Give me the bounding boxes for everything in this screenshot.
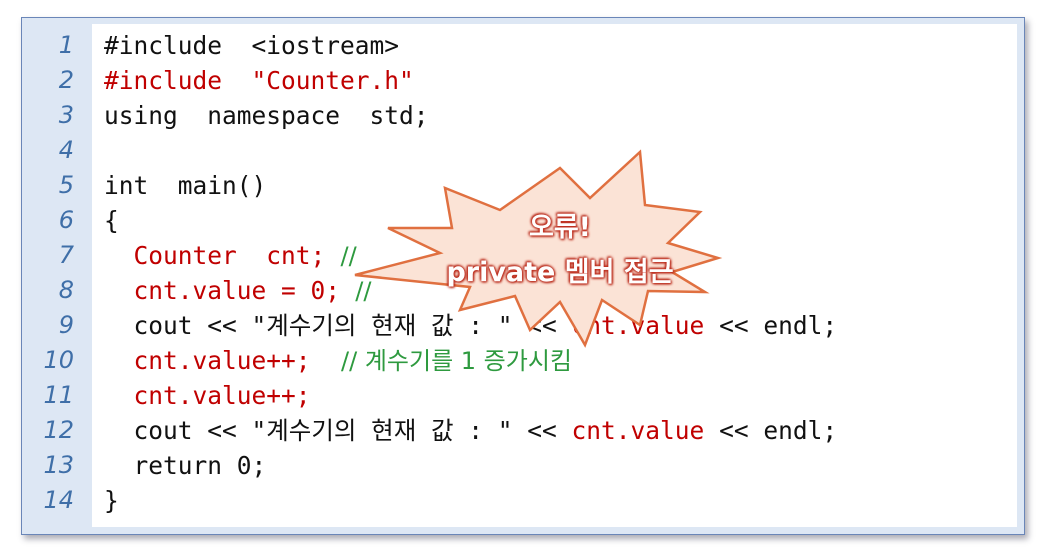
line-number: 3 [58,101,74,129]
code-comment: // 로 시킴 [340,277,606,305]
code-line: { [92,203,1012,238]
line-number: 13 [43,451,74,479]
code-line: Counter cnt; // [92,238,1012,273]
code-line: cout << "계수기의 현재 값 : " << cnt.value << e… [92,413,1012,448]
code-token: << endl; [704,416,838,445]
code-token: cnt.value++; [104,346,311,375]
code-text: #include <iostream> [104,28,399,63]
line-number: 1 [58,31,74,59]
code-text: { [104,203,119,238]
code-text: Counter cnt; // [104,238,357,274]
code-token: cnt.value++; [104,381,311,410]
line-number: 9 [58,311,74,339]
code-text: cout << "계수기의 현재 값 : " << cnt.value << e… [104,308,838,343]
code-text: } [104,483,119,518]
code-token: cout << "계수기의 현재 값 : " << [104,416,572,445]
code-text: return 0; [104,448,267,483]
code-token: Counter cnt; [104,241,326,270]
line-number: 5 [58,171,74,199]
code-token: << endl; [704,311,838,340]
line-number: 4 [58,136,74,164]
code-text: #include "Counter.h" [104,63,414,98]
code-text: cnt.value = 0; // 로 시킴 [104,273,606,309]
line-number: 14 [43,486,74,514]
code-token: using namespace std; [104,101,429,130]
line-number: 11 [43,381,74,409]
code-line: using namespace std; [92,98,1012,133]
code-token: cnt.value [571,311,705,340]
code-line: #include <iostream> [92,28,1012,63]
code-line: #include "Counter.h" [92,63,1012,98]
code-line: } [92,483,1012,518]
line-number: 10 [43,346,74,374]
code-comment: // 계수기를 1 증가시킴 [310,347,572,375]
code-token: } [104,486,119,515]
code-text: cnt.value++; [104,378,311,413]
line-number: 8 [58,276,74,304]
code-line: int main() [92,168,1012,203]
code-comment: // [325,242,357,270]
line-number: 6 [58,206,74,234]
code-line: cnt.value++; // 계수기를 1 증가시킴 [92,343,1012,378]
code-text: int main() [104,168,266,203]
code-line: cnt.value = 0; // 로 시킴 [92,273,1012,308]
code-token: cout << "계수기의 현재 값 : " << [104,311,572,340]
code-line: cout << "계수기의 현재 값 : " << cnt.value << e… [92,308,1012,343]
code-token: cnt.value = 0; [104,276,341,305]
code-text: cnt.value++; // 계수기를 1 증가시킴 [104,343,573,379]
code-token: { [104,206,119,235]
code-line: cnt.value++; [92,378,1012,413]
line-number: 12 [43,416,74,444]
line-number: 7 [58,241,74,269]
line-number: 2 [58,66,74,94]
code-token: cnt.value [571,416,705,445]
code-token: int main() [104,171,267,200]
code-token: return 0; [104,451,267,480]
code-text: cout << "계수기의 현재 값 : " << cnt.value << e… [104,413,838,448]
code-line: return 0; [92,448,1012,483]
code-token: #include "Counter.h" [104,66,414,95]
code-token: #include <iostream> [104,31,400,60]
code-text: using namespace std; [104,98,429,133]
